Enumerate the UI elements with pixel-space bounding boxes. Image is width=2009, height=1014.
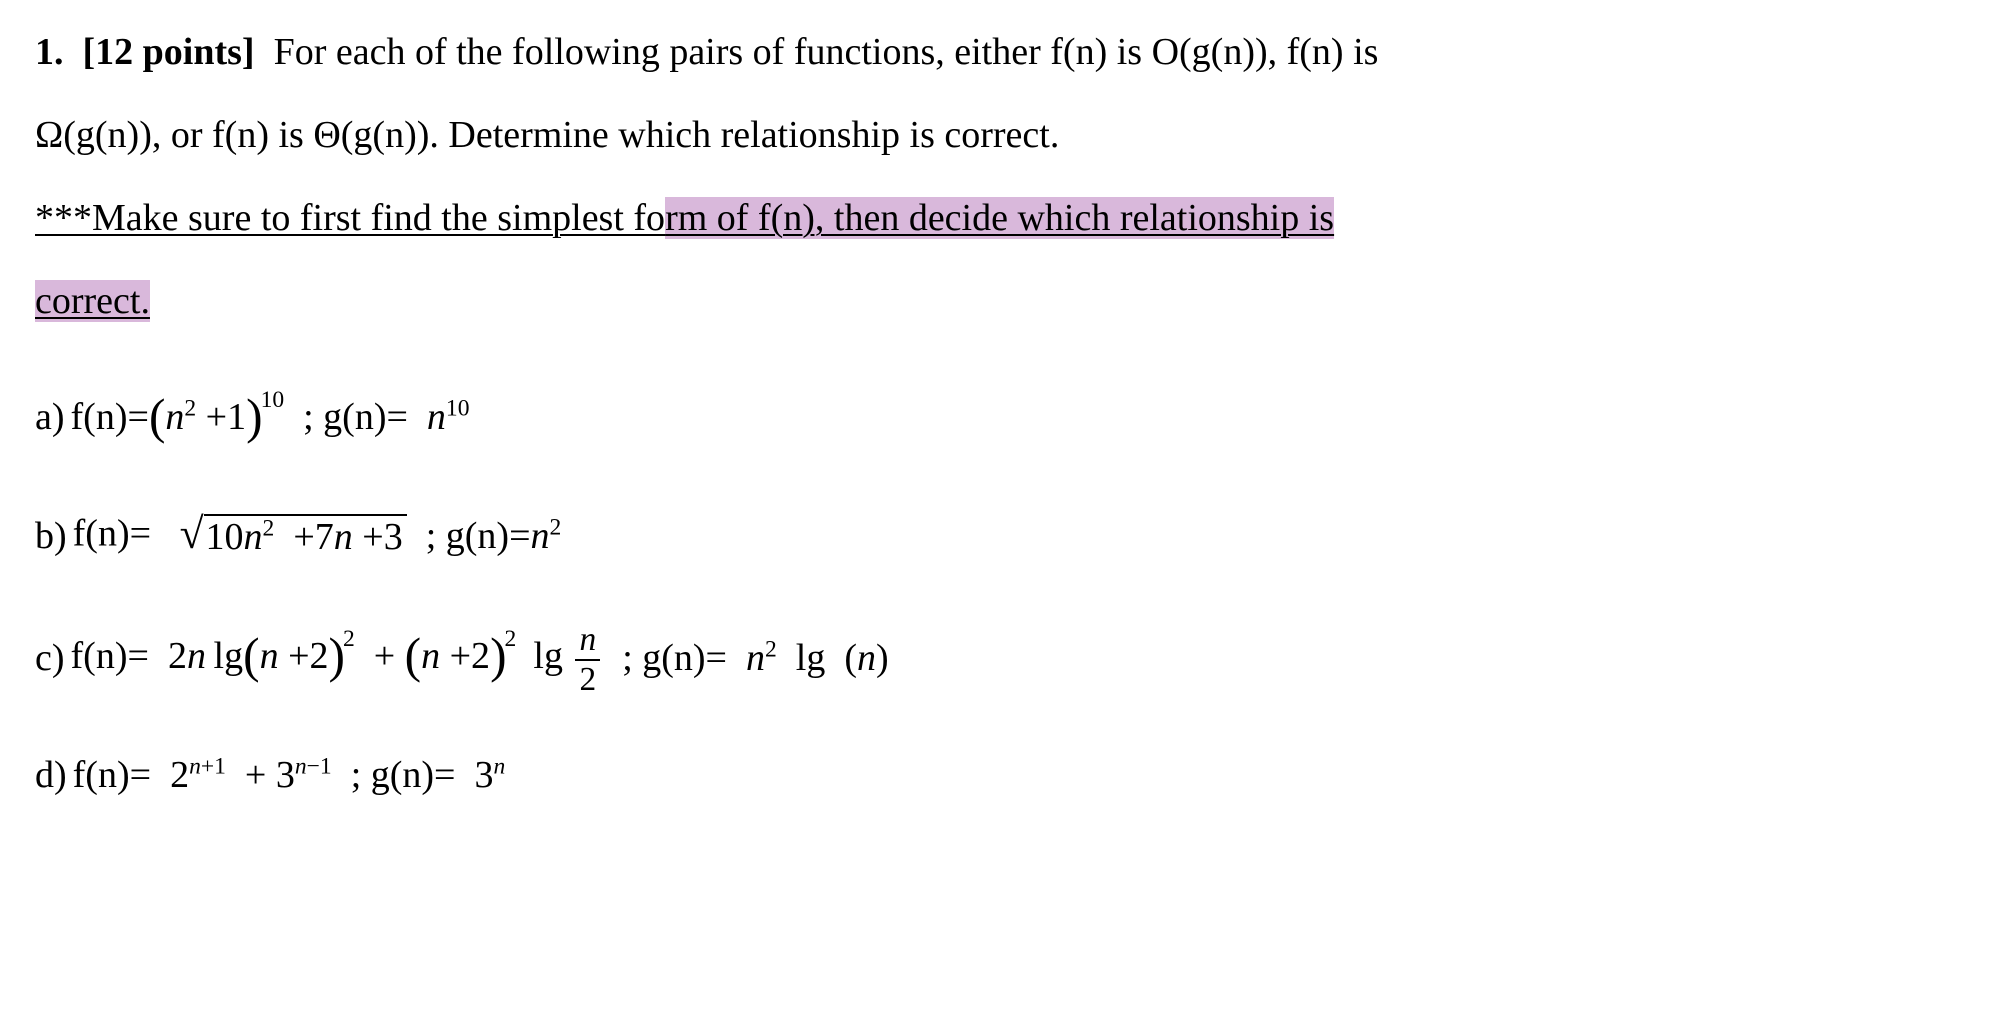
part-c-sep: ; xyxy=(622,631,633,686)
sqrt-expression: √ 10n2 +7n +3 xyxy=(180,505,407,568)
problem-statement: 1. [12 points] For each of the following… xyxy=(35,25,1974,329)
part-a-gn: g(n)= n10 xyxy=(323,390,469,445)
part-d: d) f(n)= 2n+1 + 3n−1 ; g(n)= 3n xyxy=(35,748,1974,803)
note-highlight-2: correct. xyxy=(35,280,150,322)
part-b: b) f(n)= √ 10n2 +7n +3 ; g(n)=n2 xyxy=(35,505,1974,568)
fraction-n-over-2: n 2 xyxy=(575,623,600,696)
part-a: a) f(n)=(n2 +1)10 ; g(n)= n10 xyxy=(35,381,1974,453)
part-d-sep: ; xyxy=(351,748,362,803)
part-b-gn: g(n)=n2 xyxy=(446,509,562,564)
statement-line-2: Ω(g(n)), or f(n) is Θ(g(n)). Determine w… xyxy=(35,108,1974,163)
part-d-gn: g(n)= 3n xyxy=(371,748,506,803)
statement-part1: For each of the following pairs of funct… xyxy=(274,31,1379,73)
problem-points: [12 points] xyxy=(83,31,255,73)
statement-note: ***Make sure to first find the simplest … xyxy=(35,191,1974,246)
part-c: c) f(n)= 2n lg(n +2)2 + (n +2)2 lg n 2 ;… xyxy=(35,620,1974,696)
part-a-label: a) xyxy=(35,390,65,445)
note-highlight-1: rm of f(n), then decide which relationsh… xyxy=(665,197,1334,239)
part-c-fn: f(n)= 2n lg(n +2)2 + (n +2)2 lg n 2 xyxy=(71,620,604,696)
statement-line-1: 1. [12 points] For each of the following… xyxy=(35,25,1974,80)
part-b-fn: f(n)= √ 10n2 +7n +3 xyxy=(73,505,407,568)
note-plain: ***Make sure to first find the simplest … xyxy=(35,197,665,239)
part-b-label: b) xyxy=(35,509,67,564)
part-a-sep: ; xyxy=(303,390,314,445)
part-a-fn: f(n)=(n2 +1)10 xyxy=(71,381,285,453)
part-d-label: d) xyxy=(35,748,67,803)
part-c-gn: g(n)= n2 lg (n) xyxy=(642,631,888,686)
part-d-fn: f(n)= 2n+1 + 3n−1 xyxy=(73,748,332,803)
statement-note-2: correct. xyxy=(35,274,1974,329)
part-c-label: c) xyxy=(35,631,65,686)
problem-number: 1. xyxy=(35,31,64,73)
part-b-sep: ; xyxy=(426,509,437,564)
